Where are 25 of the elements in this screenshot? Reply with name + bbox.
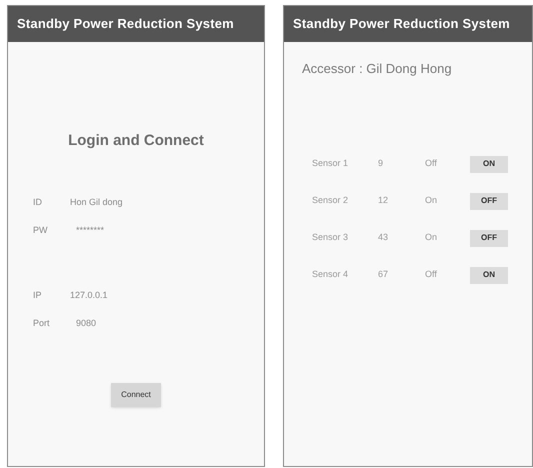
toggle-button[interactable]: OFF — [470, 230, 508, 246]
app-title: Standby Power Reduction System — [293, 15, 510, 34]
sensor-reading: 67 — [378, 268, 390, 282]
login-heading: Login and Connect — [68, 131, 204, 151]
sensor-reading: 43 — [378, 231, 390, 244]
toggle-button[interactable]: ON — [470, 266, 508, 284]
sensor-status: On — [425, 231, 438, 244]
accessor-label: Accessor : Gil Dong Hong — [302, 60, 453, 78]
sensor-name: Sensor 3 — [312, 231, 350, 244]
toggle-button[interactable]: OFF — [470, 192, 508, 210]
toggle-button[interactable]: ON — [470, 156, 508, 172]
sensor-name: Sensor 2 — [312, 194, 350, 208]
sensor-status: Off — [425, 268, 438, 282]
field-label: IP — [33, 288, 43, 302]
app-title: Standby Power Reduction System — [17, 15, 234, 34]
sensor-status: On — [425, 194, 438, 208]
sensor-reading: 9 — [378, 157, 384, 170]
sensor-name: Sensor 1 — [312, 157, 350, 170]
field-label: PW — [33, 224, 48, 237]
connect-button[interactable]: Connect — [111, 382, 161, 406]
sensor-status: Off — [425, 157, 438, 170]
sensor-reading: 12 — [378, 194, 390, 208]
field-label: ID — [33, 196, 43, 209]
sensor-name: Sensor 4 — [312, 268, 350, 282]
field-label: Port — [33, 316, 51, 330]
